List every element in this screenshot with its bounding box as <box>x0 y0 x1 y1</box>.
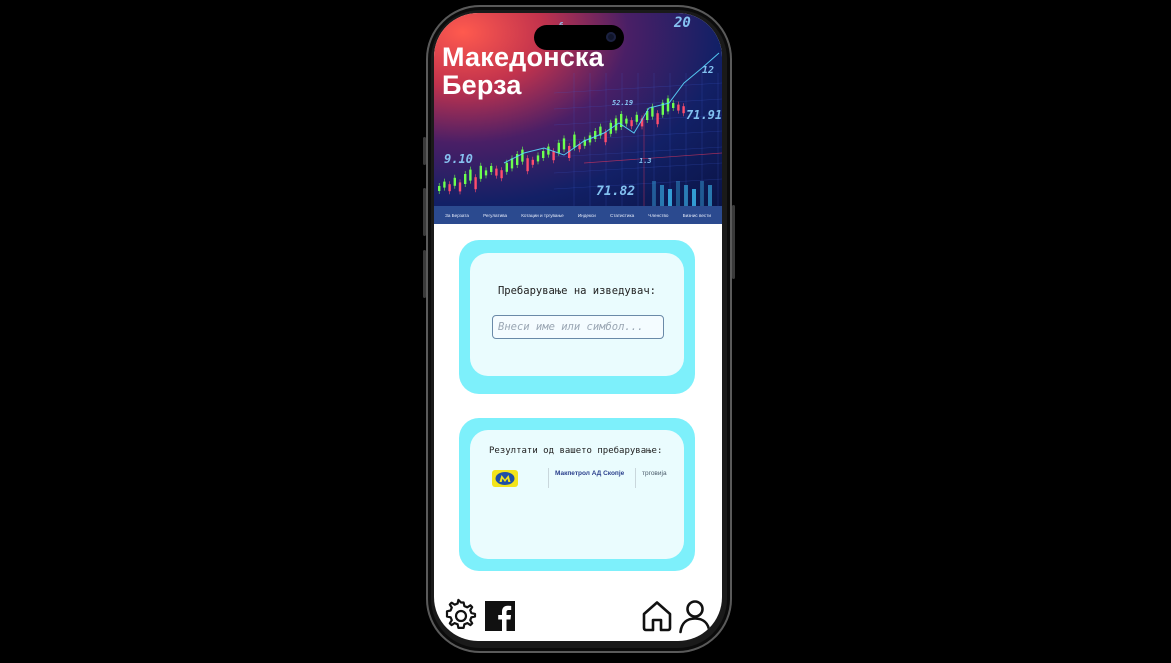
result-divider <box>548 468 549 488</box>
search-card: Пребарување на изведувач: <box>459 240 695 394</box>
result-company-name: Макпетрол АД Скопје <box>555 470 625 477</box>
phone-screen: 201271.9152.199.1071.826.1.3 Македонска … <box>434 13 722 641</box>
search-input[interactable] <box>492 315 664 339</box>
nav-item-indices[interactable]: Индекси <box>578 213 596 218</box>
main-nav: За Берзата Регулатива Котации и тргување… <box>434 206 722 224</box>
results-card-inner: Резултати од вашето пребарување: Макпетр… <box>470 430 684 559</box>
camera-icon <box>606 32 616 42</box>
page-title-line-2: Берза <box>442 70 522 100</box>
nav-item-membership[interactable]: Членство <box>648 213 668 218</box>
nav-item-regulation[interactable]: Регулатива <box>483 213 507 218</box>
power-button <box>732 205 735 279</box>
ticker-label: 20 <box>673 15 691 31</box>
result-sector: трговија <box>642 470 667 477</box>
facebook-icon[interactable] <box>482 598 518 634</box>
search-card-inner: Пребарување на изведувач: <box>470 253 684 376</box>
results-label: Резултати од вашето пребарување: <box>489 446 663 456</box>
ticker-label: 1.3 <box>639 157 652 165</box>
nav-item-statistics[interactable]: Статистика <box>610 213 634 218</box>
ticker-label: 71.82 <box>596 184 635 199</box>
makpetrol-logo <box>492 470 518 487</box>
ticker-label: 9.10 <box>444 152 473 166</box>
ticker-label: 52.19 <box>612 99 633 107</box>
nav-item-business-news[interactable]: Бизнис вести <box>683 213 711 218</box>
home-icon[interactable] <box>639 598 675 634</box>
result-divider <box>635 468 636 488</box>
search-label: Пребарување на изведувач: <box>497 285 657 297</box>
results-card: Резултати од вашето пребарување: Макпетр… <box>459 418 695 571</box>
gear-icon[interactable] <box>443 598 479 634</box>
ticker-label: 12 <box>702 65 714 76</box>
user-icon[interactable] <box>677 598 713 634</box>
result-row[interactable]: Макпетрол АД Скопје трговија <box>492 468 672 488</box>
nav-item-quotes-trading[interactable]: Котации и тргување <box>521 213 563 218</box>
ticker-label: 71.91 <box>686 108 722 122</box>
dynamic-island <box>534 25 624 50</box>
nav-item-about[interactable]: За Берзата <box>445 213 469 218</box>
page-title: Македонска Берза <box>442 43 604 99</box>
